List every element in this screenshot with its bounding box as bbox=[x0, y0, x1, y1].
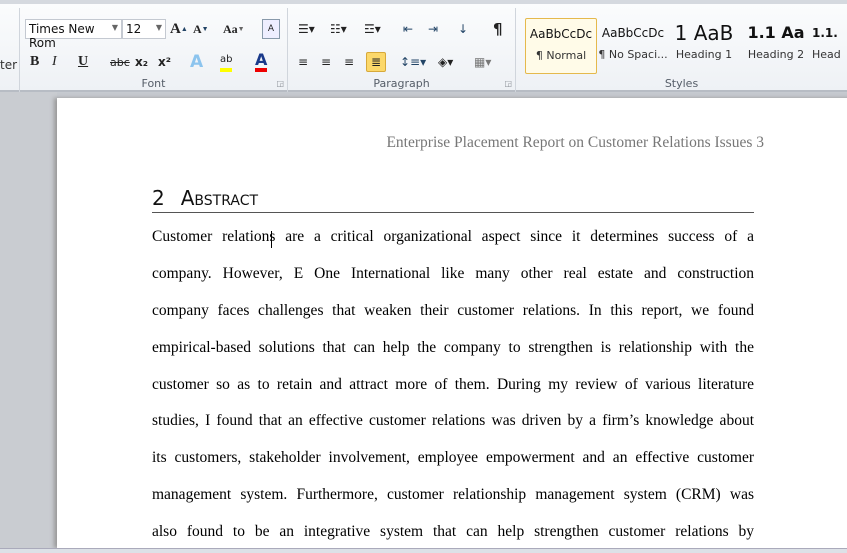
paragraph-line: empirical-based solutions that can help … bbox=[152, 339, 754, 356]
section-heading: 2 Abstract bbox=[152, 186, 754, 213]
font-color-button[interactable]: A bbox=[255, 50, 268, 72]
increase-indent-icon[interactable]: ⇥ bbox=[428, 19, 438, 39]
font-name-value: Times New Rom bbox=[29, 22, 95, 50]
chevron-down-icon: ▼ bbox=[111, 23, 118, 32]
text-effects-button[interactable]: A bbox=[190, 52, 203, 72]
paragraph-line: Customer relations are a critical organi… bbox=[152, 228, 754, 245]
numbering-icon[interactable]: ☷▾ bbox=[330, 19, 347, 39]
change-case-button[interactable]: Aa ▼ bbox=[223, 19, 245, 39]
paragraph-line: company faces challenges that weaken the… bbox=[152, 302, 754, 319]
dialog-launcher-icon[interactable]: ◲ bbox=[504, 79, 512, 88]
align-left-icon[interactable]: ≡ bbox=[298, 52, 308, 72]
align-center-icon[interactable]: ≡ bbox=[321, 52, 331, 72]
paragraph-line: management system. Furthermore, customer… bbox=[152, 486, 754, 503]
format-painter-label[interactable]: ter bbox=[0, 58, 17, 72]
document-page[interactable]: Enterprise Placement Report on Customer … bbox=[57, 98, 847, 548]
sort-icon[interactable]: ↓ bbox=[458, 19, 468, 39]
font-size-select[interactable]: 12 ▼ bbox=[122, 19, 166, 39]
clear-formatting-icon[interactable]: A bbox=[262, 19, 280, 39]
status-bar bbox=[0, 548, 847, 553]
justify-icon[interactable]: ≣ bbox=[366, 52, 386, 72]
paragraph-line: its customers, stakeholder involvement, … bbox=[152, 449, 754, 466]
style-heading-2[interactable]: 1.1 Aa Heading 2 bbox=[740, 18, 812, 74]
style-heading-1[interactable]: 1 AaB Heading 1 bbox=[668, 18, 740, 74]
heading-number: 2 bbox=[152, 186, 165, 210]
font-size-value: 12 bbox=[126, 22, 142, 36]
styles-group: AaBbCcDc ¶ Normal AaBbCcDc ¶ No Spaci... 1… bbox=[516, 8, 847, 92]
paragraph-line: also found to be an integrative system t… bbox=[152, 523, 754, 540]
strikethrough-button[interactable]: abc bbox=[110, 52, 130, 72]
bullets-icon[interactable]: ☰▾ bbox=[298, 19, 315, 39]
styles-group-label: Styles bbox=[664, 77, 699, 90]
font-name-select[interactable]: Times New Rom ▼ bbox=[25, 19, 122, 50]
superscript-button[interactable]: x² bbox=[158, 52, 171, 72]
ribbon: ter Times New Rom ▼ 12 ▼ A ▲ A ▼ Aa ▼ A B I U… bbox=[0, 0, 847, 92]
align-right-icon[interactable]: ≡ bbox=[344, 52, 354, 72]
italic-button[interactable]: I bbox=[52, 52, 57, 72]
paragraph-line: company. However, E One International li… bbox=[152, 265, 754, 282]
paragraph-line: customer so as to retain and attract mor… bbox=[152, 376, 754, 393]
text-cursor bbox=[271, 231, 272, 248]
style-no-spacing[interactable]: AaBbCcDc ¶ No Spaci... bbox=[597, 18, 669, 74]
font-group-label: Font bbox=[141, 77, 166, 90]
paragraph-group: ☰▾ ☷▾ ☲▾ ⇤ ⇥ ↓ ¶ ≡ ≡ ≡ ≣ ↕≡▾ ◈▾ ▦▾ Parag… bbox=[288, 8, 516, 92]
paragraph-line: studies, I found that an effective custo… bbox=[152, 412, 754, 429]
multilevel-list-icon[interactable]: ☲▾ bbox=[364, 19, 381, 39]
paragraph-group-label: Paragraph bbox=[373, 77, 430, 90]
show-formatting-button[interactable]: ¶ bbox=[493, 19, 503, 39]
decrease-indent-icon[interactable]: ⇤ bbox=[403, 19, 413, 39]
font-group: Times New Rom ▼ 12 ▼ A ▲ A ▼ Aa ▼ A B I U abc… bbox=[20, 8, 288, 92]
dialog-launcher-icon[interactable]: ◲ bbox=[276, 79, 284, 88]
style-normal[interactable]: AaBbCcDc ¶ Normal bbox=[525, 18, 597, 74]
grow-font-button[interactable]: A ▲ bbox=[170, 19, 188, 39]
underline-button[interactable]: U bbox=[78, 52, 88, 72]
subscript-button[interactable]: x₂ bbox=[135, 52, 148, 72]
borders-icon[interactable]: ▦▾ bbox=[474, 52, 491, 72]
highlight-button[interactable]: ab bbox=[220, 50, 233, 72]
line-spacing-icon[interactable]: ↕≡▾ bbox=[400, 52, 426, 72]
chevron-down-icon: ▼ bbox=[155, 23, 162, 32]
running-header: Enterprise Placement Report on Customer … bbox=[386, 134, 764, 151]
style-heading-3[interactable]: 1.1. Head bbox=[812, 18, 847, 74]
left-margin-area bbox=[0, 92, 57, 548]
shading-icon[interactable]: ◈▾ bbox=[438, 52, 453, 72]
heading-text: Abstract bbox=[180, 186, 259, 210]
clipboard-group-partial: ter bbox=[0, 8, 20, 92]
bold-button[interactable]: B bbox=[30, 52, 39, 72]
shrink-font-button[interactable]: A ▼ bbox=[193, 19, 209, 39]
